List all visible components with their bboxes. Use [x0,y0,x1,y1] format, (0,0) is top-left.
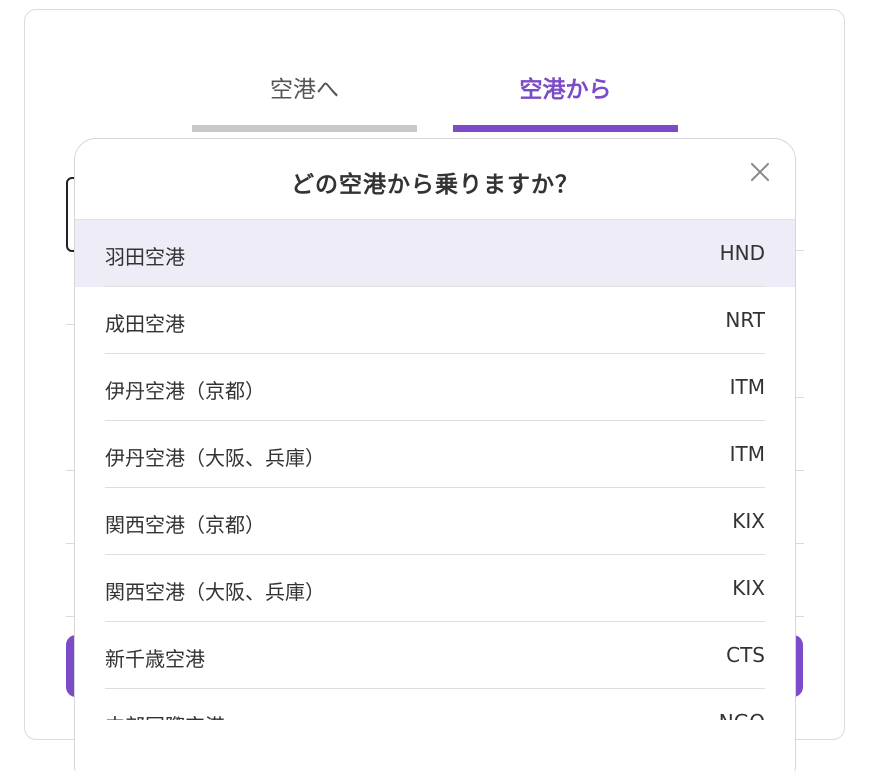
airport-name: 伊丹空港（大阪、兵庫） [105,446,325,470]
airport-code: ITM [729,375,765,399]
airport-code: NGO [719,710,765,720]
airport-list: 羽田空港 HND 成田空港 NRT 伊丹空港（京都） ITM 伊丹空港（大阪、兵… [75,220,795,720]
airport-name: 中部国際空港 [105,710,225,720]
airport-name: 成田空港 [105,312,185,336]
airport-option[interactable]: 伊丹空港（京都） ITM [75,354,795,421]
airport-option[interactable]: 伊丹空港（大阪、兵庫） ITM [75,421,795,488]
airport-name: 羽田空港 [105,245,185,269]
modal-header: どの空港から乗りますか？ [75,139,795,220]
airport-option[interactable]: 成田空港 NRT [75,287,795,354]
close-button[interactable] [747,159,773,185]
airport-option[interactable]: 関西空港（京都） KIX [75,488,795,555]
airport-code: NRT [725,308,765,332]
modal-title: どの空港から乗りますか？ [291,172,579,198]
airport-name: 新千歳空港 [105,647,205,671]
airport-option[interactable]: 関西空港（大阪、兵庫） KIX [75,555,795,622]
page: 空港へ 空港から どの空港から乗りますか？ 羽田空港 HND 成田空港 NRT … [0,0,879,771]
airport-select-modal: どの空港から乗りますか？ 羽田空港 HND 成田空港 NRT 伊丹空港（京都） [74,138,796,771]
airport-option[interactable]: 羽田空港 HND [75,220,795,287]
airport-option[interactable]: 新千歳空港 CTS [75,622,795,689]
airport-option[interactable]: 中部国際空港 NGO [75,689,795,720]
airport-code: KIX [732,576,765,600]
tab-from-airport[interactable]: 空港から [453,64,678,132]
airport-code: ITM [729,442,765,466]
airport-code: KIX [732,509,765,533]
airport-name: 関西空港（京都） [105,513,265,537]
tab-to-airport[interactable]: 空港へ [192,64,417,132]
close-icon [751,163,769,181]
airport-code: HND [719,241,765,265]
airport-name: 伊丹空港（京都） [105,379,265,403]
airport-name: 関西空港（大阪、兵庫） [105,580,325,604]
airport-code: CTS [726,643,765,667]
